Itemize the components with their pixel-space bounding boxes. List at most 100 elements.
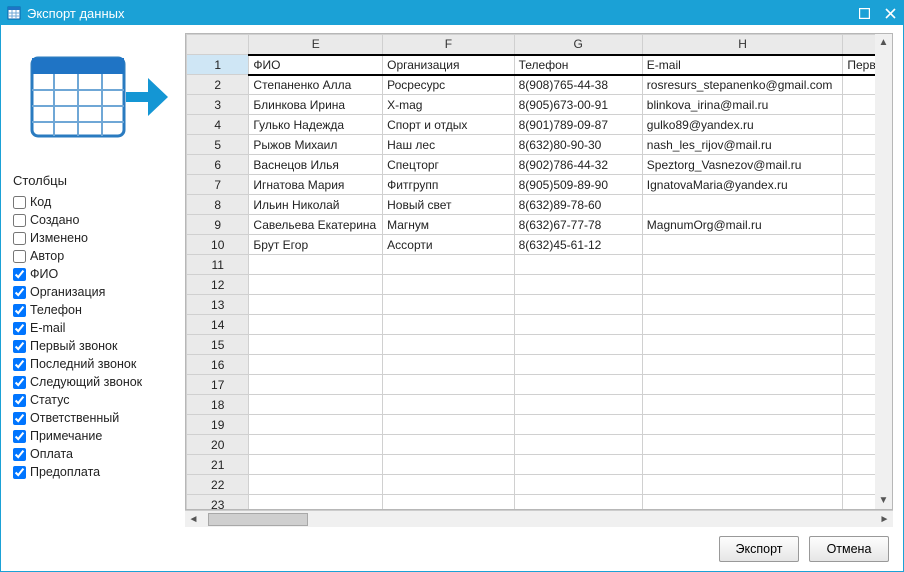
row-header[interactable]: 11 [187, 255, 249, 275]
column-checkbox[interactable] [13, 394, 26, 407]
cell[interactable]: gulko89@yandex.ru [642, 115, 843, 135]
cell[interactable]: Гулько Надежда [249, 115, 383, 135]
cell[interactable]: IgnatovaMaria@yandex.ru [642, 175, 843, 195]
cell[interactable]: 8(632)67-77-78 [514, 215, 642, 235]
cell[interactable] [642, 255, 843, 275]
cell[interactable] [514, 455, 642, 475]
column-header-F[interactable]: F [383, 35, 515, 55]
cell[interactable] [383, 435, 515, 455]
vertical-scrollbar[interactable]: ▲ ▼ [875, 34, 892, 509]
column-checkbox[interactable] [13, 376, 26, 389]
cell[interactable] [642, 335, 843, 355]
row-header[interactable]: 19 [187, 415, 249, 435]
cell[interactable]: 8(905)509-89-90 [514, 175, 642, 195]
cell[interactable] [383, 355, 515, 375]
export-button[interactable]: Экспорт [719, 536, 799, 562]
cell[interactable]: 8(632)45-61-12 [514, 235, 642, 255]
row-header[interactable]: 1 [187, 55, 249, 75]
cell[interactable]: Савельева Екатерина [249, 215, 383, 235]
cell[interactable]: 8(908)765-44-38 [514, 75, 642, 95]
scroll-up-arrow-icon[interactable]: ▲ [875, 34, 892, 51]
cell[interactable] [249, 495, 383, 511]
cell[interactable] [514, 475, 642, 495]
column-checkbox[interactable] [13, 214, 26, 227]
cell[interactable] [514, 255, 642, 275]
cell[interactable]: rosresurs_stepanenko@gmail.com [642, 75, 843, 95]
cell[interactable] [383, 255, 515, 275]
column-checkbox[interactable] [13, 268, 26, 281]
cell[interactable] [383, 275, 515, 295]
cell[interactable]: MagnumOrg@mail.ru [642, 215, 843, 235]
column-checkbox-item[interactable]: ФИО [13, 266, 185, 282]
cell[interactable] [514, 275, 642, 295]
column-checkbox-item[interactable]: Предоплата [13, 464, 185, 480]
column-checkbox-item[interactable]: Код [13, 194, 185, 210]
cell[interactable] [514, 395, 642, 415]
cell[interactable]: 8(901)789-09-87 [514, 115, 642, 135]
column-checkbox-item[interactable]: Последний звонок [13, 356, 185, 372]
cell[interactable] [514, 435, 642, 455]
row-header[interactable]: 15 [187, 335, 249, 355]
row-header[interactable]: 23 [187, 495, 249, 511]
column-checkbox[interactable] [13, 430, 26, 443]
column-checkbox-item[interactable]: Изменено [13, 230, 185, 246]
column-checkbox[interactable] [13, 286, 26, 299]
row-header[interactable]: 21 [187, 455, 249, 475]
cell[interactable] [249, 275, 383, 295]
cell[interactable]: Блинкова Ирина [249, 95, 383, 115]
row-header[interactable]: 13 [187, 295, 249, 315]
cell[interactable] [383, 415, 515, 435]
cell[interactable]: 8(905)673-00-91 [514, 95, 642, 115]
column-header-G[interactable]: G [514, 35, 642, 55]
cell[interactable] [514, 375, 642, 395]
cell[interactable]: Ильин Николай [249, 195, 383, 215]
column-checkbox[interactable] [13, 196, 26, 209]
cell[interactable]: Магнум [383, 215, 515, 235]
horizontal-scrollbar[interactable]: ◄ ► [185, 510, 893, 527]
row-header[interactable]: 20 [187, 435, 249, 455]
cell[interactable]: Новый свет [383, 195, 515, 215]
cell[interactable] [383, 375, 515, 395]
column-checkbox[interactable] [13, 448, 26, 461]
cell[interactable] [642, 315, 843, 335]
cell[interactable]: X-mag [383, 95, 515, 115]
column-checkbox-item[interactable]: Ответственный [13, 410, 185, 426]
cell[interactable] [642, 355, 843, 375]
cell[interactable] [642, 495, 843, 511]
cell[interactable] [514, 335, 642, 355]
corner-cell[interactable] [187, 35, 249, 55]
cell[interactable] [642, 415, 843, 435]
cell[interactable] [514, 315, 642, 335]
cell[interactable] [514, 355, 642, 375]
cell[interactable]: 8(632)80-90-30 [514, 135, 642, 155]
column-checkbox-item[interactable]: E-mail [13, 320, 185, 336]
cell[interactable]: Степаненко Алла [249, 75, 383, 95]
column-checkbox[interactable] [13, 304, 26, 317]
cell[interactable] [642, 375, 843, 395]
cell[interactable]: 8(632)89-78-60 [514, 195, 642, 215]
row-header[interactable]: 10 [187, 235, 249, 255]
cell[interactable] [249, 415, 383, 435]
cell[interactable] [514, 295, 642, 315]
cell[interactable] [642, 475, 843, 495]
cell[interactable] [249, 315, 383, 335]
column-checkbox-item[interactable]: Организация [13, 284, 185, 300]
cell[interactable] [642, 435, 843, 455]
cell[interactable] [383, 295, 515, 315]
cell[interactable]: Игнатова Мария [249, 175, 383, 195]
cell[interactable]: Спецторг [383, 155, 515, 175]
cell[interactable]: 8(902)786-44-32 [514, 155, 642, 175]
v-scroll-thumb[interactable] [877, 51, 890, 492]
column-checkbox[interactable] [13, 322, 26, 335]
column-checkbox[interactable] [13, 340, 26, 353]
column-header-E[interactable]: E [249, 35, 383, 55]
row-header[interactable]: 8 [187, 195, 249, 215]
row-header[interactable]: 14 [187, 315, 249, 335]
row-header[interactable]: 4 [187, 115, 249, 135]
cell[interactable] [383, 475, 515, 495]
column-checkbox-item[interactable]: Автор [13, 248, 185, 264]
cell[interactable] [249, 335, 383, 355]
column-title-cell[interactable]: E-mail [642, 55, 843, 75]
column-title-cell[interactable]: ФИО [249, 55, 383, 75]
column-checkbox[interactable] [13, 250, 26, 263]
